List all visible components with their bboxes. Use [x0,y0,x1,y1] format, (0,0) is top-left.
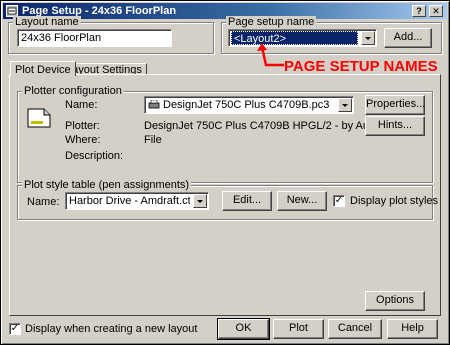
plot-style-value: Harbor Drive - Amdraft.ctb [69,195,190,207]
help-icon[interactable]: ? [412,5,426,17]
tab-plot-device[interactable]: Plot Device [10,61,76,76]
plotter-configuration-label: Plotter configuration [22,85,124,97]
plot-device-panel: Plotter configuration Name: DesignJet 75… [9,74,441,316]
plot-style-combo[interactable]: Harbor Drive - Amdraft.ctb [65,192,209,210]
chevron-down-icon[interactable] [193,194,207,208]
plotter-value: DesignJet 750C Plus C4709B HPGL/2 - by A… [144,120,402,132]
layout-name-label: Layout name [13,16,81,28]
page-setup-name-label: Page setup name [226,16,317,28]
close-icon[interactable]: ✕ [429,5,443,17]
edit-button[interactable]: Edit... [222,191,272,211]
page-setup-names-annotation: PAGE SETUP NAMES [284,58,438,75]
display-new-layout-checkbox[interactable]: ✓ [9,323,21,335]
page-setup-name-value: <Layout2> [231,31,358,45]
hints-button[interactable]: Hints... [365,116,425,136]
where-value: File [144,134,162,146]
plotter-name-value: DesignJet 750C Plus C4709B.pc3 [163,99,330,111]
plotter-name-label: Name: [65,99,98,111]
page-setup-name-combo[interactable]: <Layout2> [228,29,377,47]
add-button[interactable]: Add... [384,28,432,48]
new-button[interactable]: New... [277,191,327,211]
chevron-down-icon[interactable] [338,98,352,112]
cancel-button[interactable]: Cancel [328,319,382,339]
display-plot-styles-checkbox[interactable]: ✓ [333,195,345,207]
page-setup-dialog: Page Setup - 24x36 FloorPlan ? ✕ Layout … [0,0,450,345]
chevron-down-icon[interactable] [361,31,375,45]
printer-icon [148,100,160,109]
plotter-label: Plotter: [65,120,100,132]
properties-button[interactable]: Properties... [365,95,425,115]
display-plot-styles-label: Display plot styles [350,195,439,207]
layout-name-input[interactable]: 24x36 FloorPlan [17,29,172,47]
plot-style-name-label: Name: [27,196,60,208]
description-label: Description: [65,150,124,162]
plot-style-label: Plot style table (pen assignments) [22,179,192,191]
where-label: Where: [65,134,101,146]
plotter-icon [27,108,51,128]
plot-button[interactable]: Plot [273,319,324,339]
help-button[interactable]: Help [387,319,438,339]
plotter-name-combo[interactable]: DesignJet 750C Plus C4709B.pc3 [144,96,354,114]
display-new-layout-label: Display when creating a new layout [25,323,198,335]
ok-button[interactable]: OK [217,318,270,340]
options-button[interactable]: Options [365,291,425,311]
